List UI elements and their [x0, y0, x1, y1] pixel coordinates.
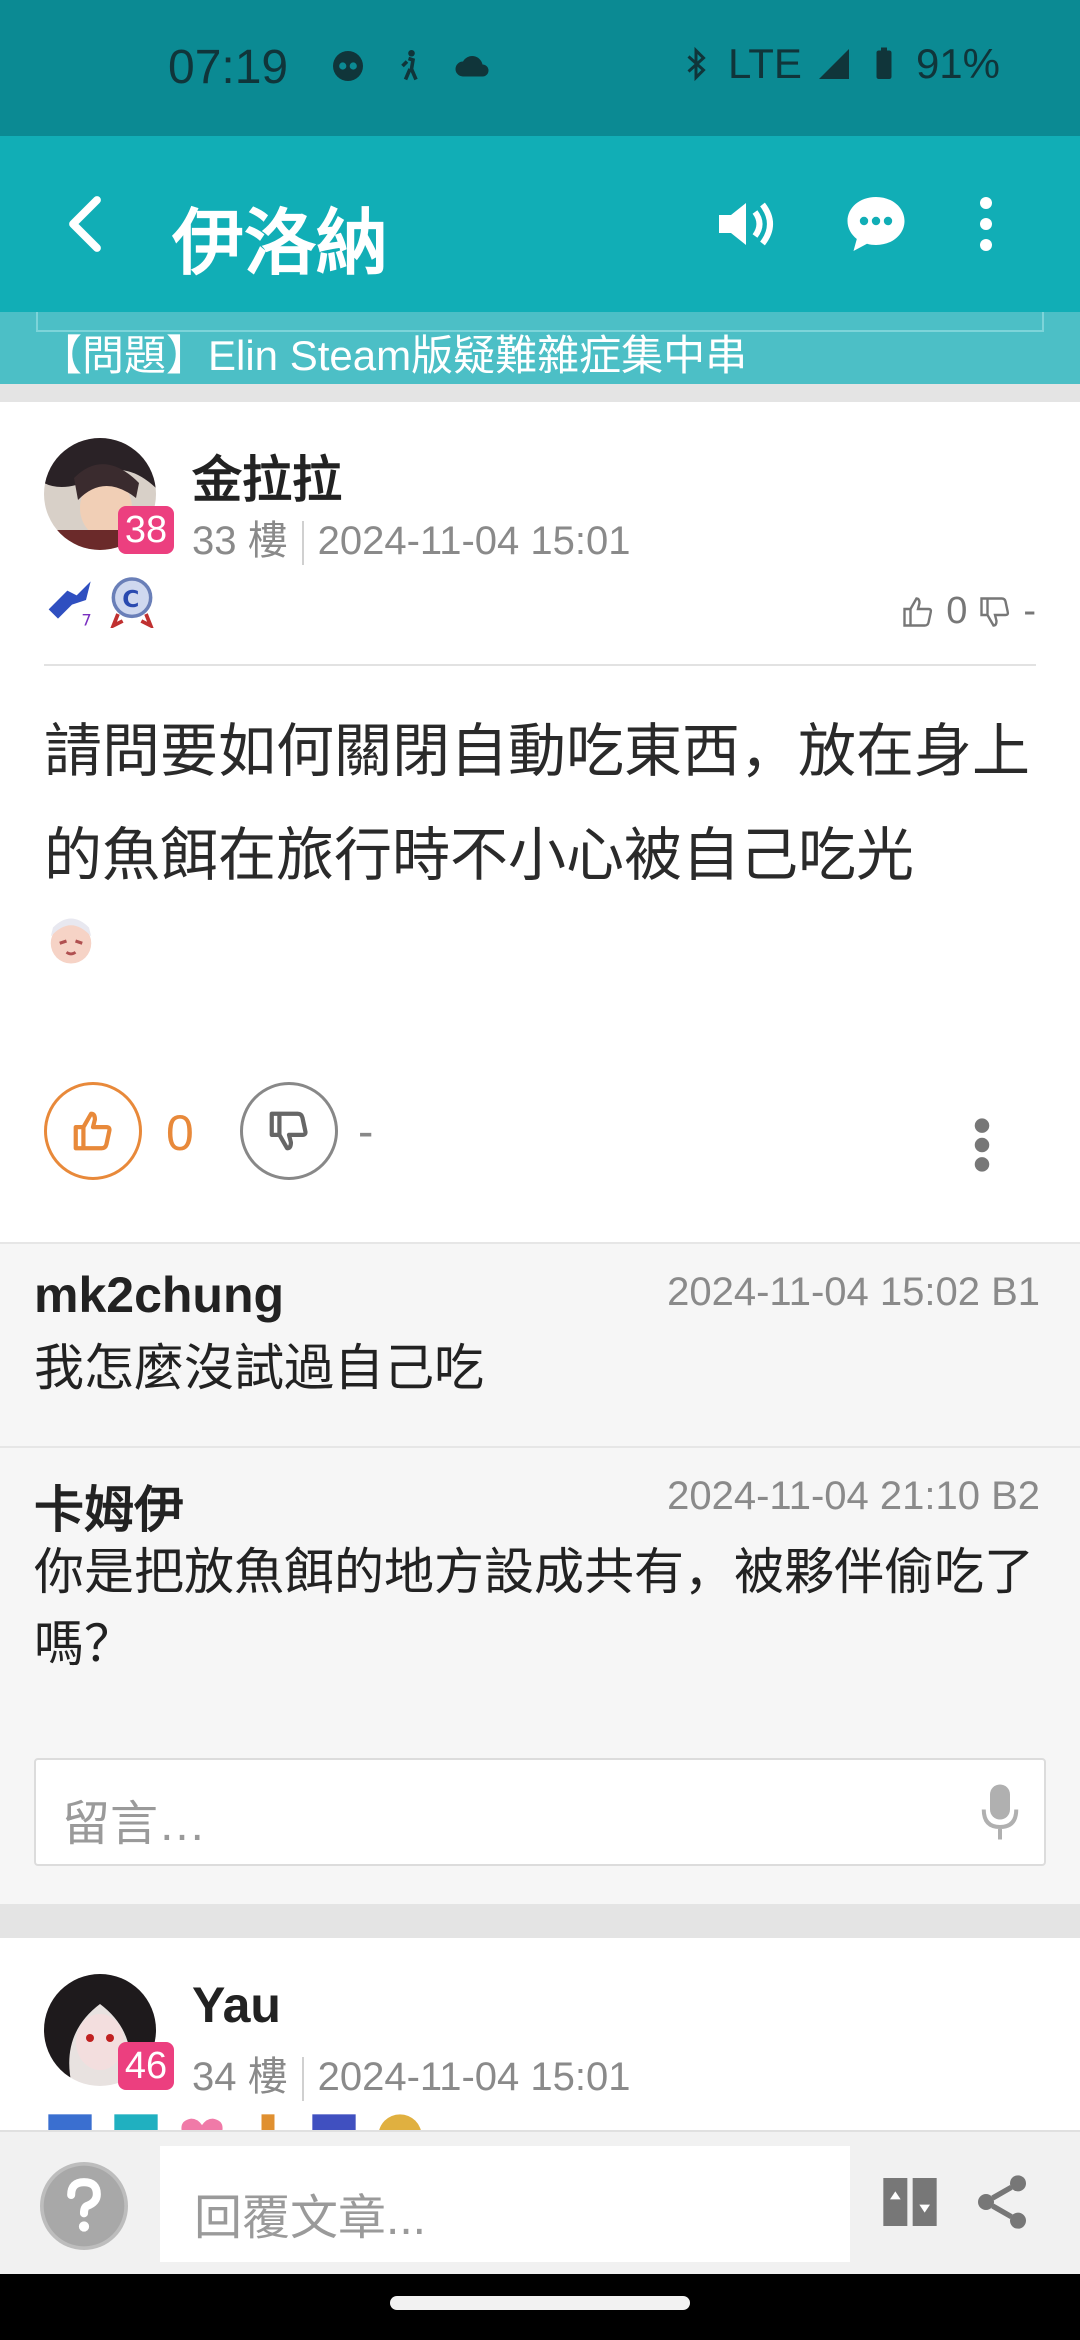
battery-icon	[876, 47, 892, 79]
comment-item: mk2chung 2024-11-04 15:02 B1 我怎麼沒試過自己吃	[0, 1242, 1080, 1446]
svg-text:C: C	[122, 585, 139, 613]
chat-bubble-icon[interactable]	[840, 188, 912, 260]
section-divider	[0, 384, 1080, 402]
user-medals: 7 C	[44, 572, 160, 628]
thread-subject: 【問題】Elin Steam版疑難雜症集中串	[40, 332, 748, 379]
comment-text: 我怎麼沒試過自己吃	[34, 1340, 484, 1396]
board-title: 伊洛納	[172, 204, 389, 284]
cloud-icon	[455, 56, 489, 77]
meta-separator	[301, 2057, 304, 2102]
floor-number: 34 樓	[192, 2055, 288, 2099]
help-icon[interactable]	[40, 2162, 128, 2250]
medal-icon	[261, 2114, 275, 2130]
page-jump-icon[interactable]	[878, 2170, 942, 2234]
small-dislike-count: -	[1023, 590, 1036, 632]
level-badge: 38	[118, 506, 174, 554]
comment-time: 2024-11-04 21:10 B2	[667, 1474, 1040, 1518]
comment-text: 你是把放魚餌的地方設成共有，被夥伴偷吃了嗎？	[34, 1544, 1034, 1672]
back-arrow-icon[interactable]	[52, 188, 124, 260]
post-body: 請問要如何關閉自動吃東西，放在身上的魚餌在旅行時不小心被自己吃光	[44, 719, 1031, 888]
share-icon[interactable]	[970, 2170, 1034, 2234]
status-bar: 07:19 LTE 91%	[0, 0, 1080, 136]
home-gesture-pill[interactable]	[390, 2296, 690, 2310]
level-badge: 46	[118, 2042, 174, 2090]
user-medals	[44, 2110, 426, 2130]
app-face-icon	[333, 51, 363, 81]
dislike-button[interactable]	[240, 1082, 338, 1180]
c-medal-icon: C	[110, 577, 154, 628]
medal-icon	[379, 2114, 421, 2130]
dislike-count: -	[358, 1105, 374, 1157]
comment-username[interactable]: mk2chung	[34, 1266, 284, 1324]
question-mark-icon	[43, 2165, 125, 2247]
thumbs-up-icon	[73, 1111, 112, 1151]
post-datetime: 2024-11-04 15:01	[317, 2055, 631, 2099]
post-datetime: 2024-11-04 15:01	[317, 519, 631, 563]
post-meta: 34 樓 2024-11-04 15:01	[192, 2044, 630, 2102]
battery-level: 91%	[915, 40, 1000, 87]
like-button[interactable]	[44, 1082, 142, 1180]
thumbs-down-outline-icon[interactable]	[977, 594, 1013, 630]
status-system-icons: LTE 91%	[678, 40, 1000, 88]
svg-text:7: 7	[81, 611, 91, 628]
reply-input[interactable]: 回覆文章...	[160, 2146, 850, 2262]
floor-number: 33 樓	[192, 519, 288, 563]
network-label: LTE	[728, 40, 802, 87]
post-more-icon[interactable]	[962, 1116, 1002, 1174]
thumbs-up-outline-icon[interactable]	[900, 594, 936, 630]
speaker-icon[interactable]	[710, 188, 782, 260]
post-username[interactable]: Yau	[192, 1976, 281, 2034]
like-count: 0	[166, 1105, 194, 1161]
meta-separator	[301, 521, 304, 566]
status-notification-icons	[330, 48, 490, 84]
thumbs-down-icon	[269, 1111, 308, 1151]
post-meta: 33 樓 2024-11-04 15:01	[192, 508, 630, 566]
small-like-count: 0	[946, 590, 968, 632]
medal-icon	[114, 2114, 158, 2130]
comment-placeholder: 留言…	[62, 1798, 207, 1851]
signal-icon	[818, 49, 849, 79]
post-separator	[0, 1904, 1080, 1938]
comment-username[interactable]: 卡姆伊	[34, 1470, 184, 1542]
heart-medal-icon	[181, 2118, 223, 2130]
app-bar: 伊洛納	[0, 136, 1080, 312]
thread-subject-bar[interactable]: 【問題】Elin Steam版疑難雜症集中串	[0, 312, 1080, 384]
small-vote-counter: 0 -	[900, 590, 1036, 633]
status-time: 07:19	[168, 41, 289, 94]
overflow-menu-icon[interactable]	[950, 188, 1022, 260]
medal-icon	[312, 2114, 356, 2130]
comment-item: 卡姆伊 2024-11-04 21:10 B2 你是把放魚餌的地方設成共有，被夥…	[0, 1446, 1080, 1706]
reply-placeholder: 回覆文章...	[194, 2192, 427, 2245]
medal-icon	[48, 2114, 92, 2130]
microphone-icon[interactable]	[978, 1782, 1022, 1842]
walking-icon	[401, 49, 418, 81]
sticker-emoji-icon	[50, 918, 92, 964]
post-username[interactable]: 金拉拉	[192, 440, 342, 512]
comment-input[interactable]: 留言…	[34, 1758, 1046, 1866]
bluetooth-icon	[687, 46, 706, 82]
comment-time: 2024-11-04 15:02 B1	[667, 1270, 1040, 1314]
bottom-reply-bar: 回覆文章...	[0, 2130, 1080, 2274]
post-header-divider	[44, 664, 1036, 666]
flying-character-icon: 7	[48, 581, 92, 628]
system-navigation-bar	[0, 2274, 1080, 2340]
